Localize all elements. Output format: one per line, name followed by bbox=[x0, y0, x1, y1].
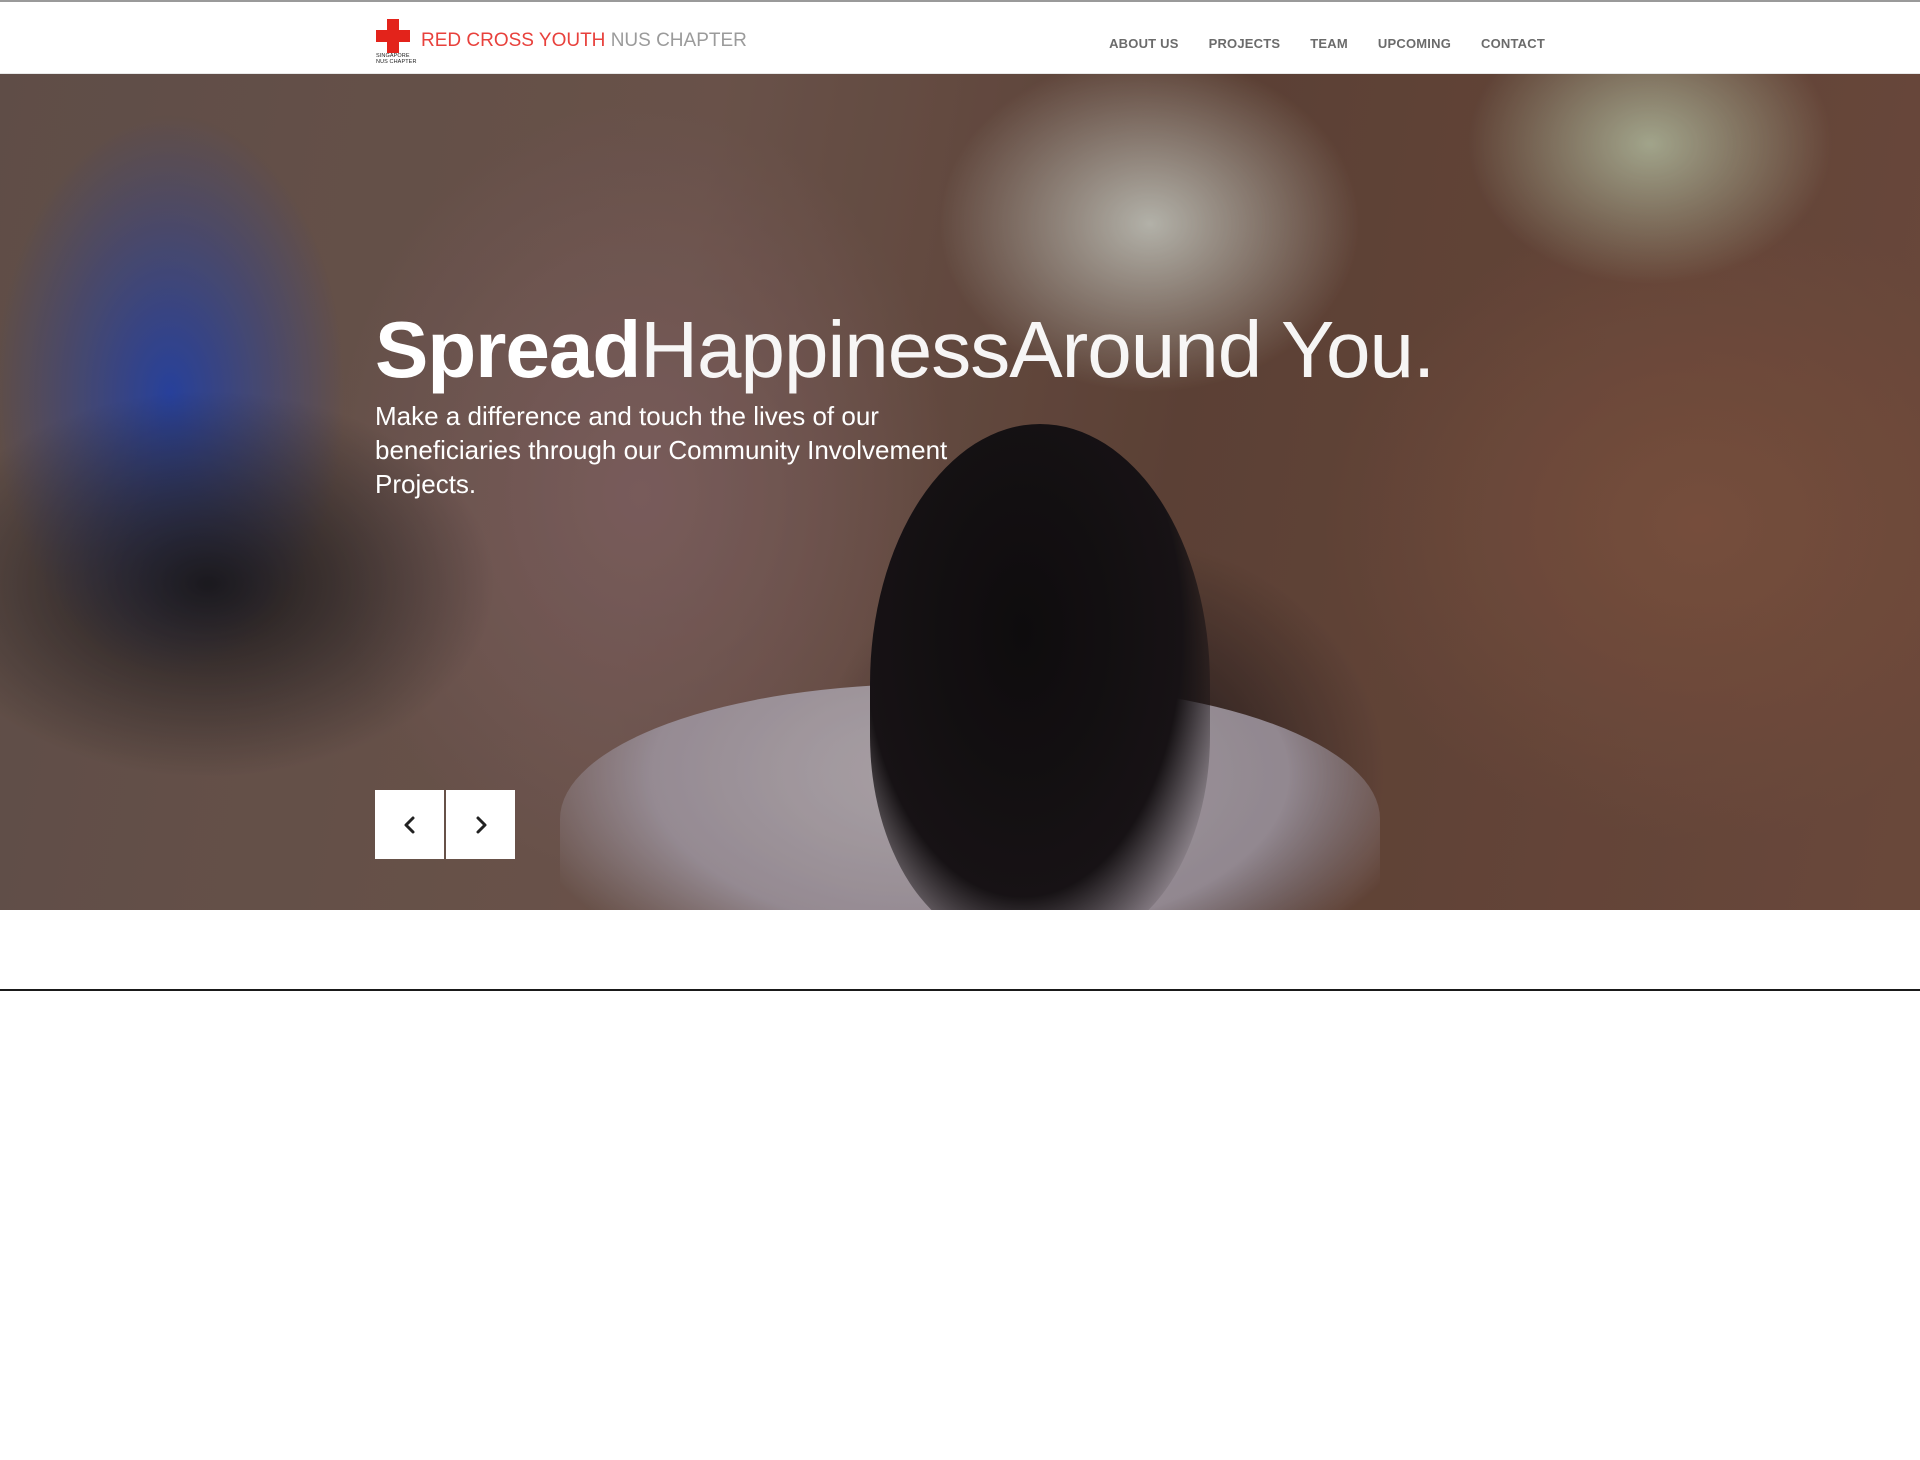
brand-name-main: RED CROSS YOUTH bbox=[421, 30, 606, 51]
slider-prev-button[interactable] bbox=[375, 790, 444, 859]
slider-controls bbox=[375, 790, 515, 859]
hero-subtitle: Make a difference and touch the lives of… bbox=[375, 401, 948, 499]
hero-title: SpreadHappinessAround You. bbox=[375, 304, 1435, 396]
hero-title-light-2: Around You. bbox=[1009, 305, 1435, 394]
logo-caption: SINGAPORE NUS CHAPTER bbox=[376, 53, 417, 65]
section-divider bbox=[0, 989, 1920, 991]
chevron-right-icon bbox=[476, 816, 486, 833]
navbar: SINGAPORE NUS CHAPTER RED CROSS YOUTH NU… bbox=[0, 2, 1920, 74]
brand-name: RED CROSS YOUTH NUS CHAPTER bbox=[421, 30, 747, 52]
nav-item-upcoming[interactable]: UPCOMING bbox=[1378, 36, 1451, 52]
nav-item-projects[interactable]: PROJECTS bbox=[1209, 36, 1281, 52]
red-cross-icon: SINGAPORE NUS CHAPTER bbox=[375, 18, 419, 68]
brand-logo-link[interactable]: SINGAPORE NUS CHAPTER RED CROSS YOUTH NU… bbox=[375, 18, 747, 68]
hero-slider: SpreadHappinessAround You. Make a differ… bbox=[0, 74, 1920, 910]
brand-name-light: NUS CHAPTER bbox=[610, 30, 747, 51]
nav-item-team[interactable]: TEAM bbox=[1310, 36, 1348, 52]
nav-item-contact[interactable]: CONTACT bbox=[1481, 36, 1545, 52]
main-nav: ABOUT US PROJECTS TEAM UPCOMING CONTACT bbox=[1079, 36, 1545, 52]
hero-title-bold: Spread bbox=[375, 305, 641, 394]
nav-item-about-us[interactable]: ABOUT US bbox=[1109, 36, 1179, 52]
hero-title-light-1: Happiness bbox=[640, 305, 1010, 394]
slider-next-button[interactable] bbox=[446, 790, 515, 859]
chevron-left-icon bbox=[404, 816, 414, 833]
